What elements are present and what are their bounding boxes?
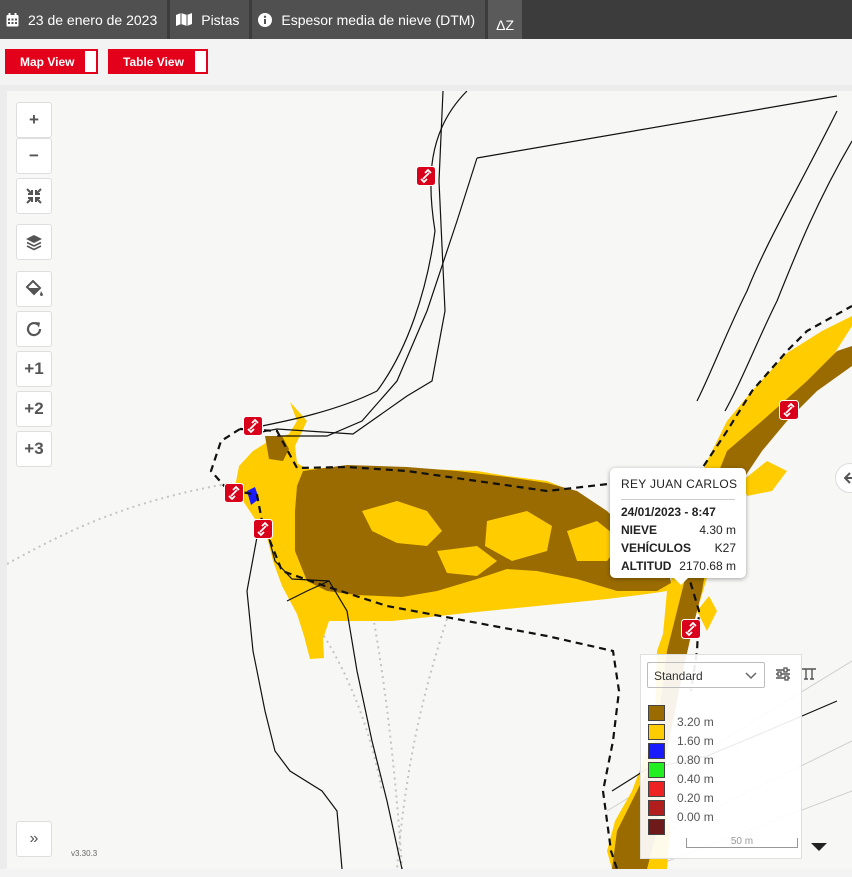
popup-row-value: 2170.68 m (679, 559, 736, 573)
legend-swatch (648, 743, 665, 759)
link-marker-icon[interactable] (681, 619, 701, 639)
table-view-label: Table View (123, 54, 184, 69)
expand-label: » (29, 830, 39, 847)
popup-row: ALTITUD 2170.68 m (621, 559, 736, 573)
legend-swatch (648, 762, 665, 778)
zoom-out-label: − (29, 146, 39, 165)
legend-label: 0.00 m (677, 810, 714, 824)
legend-style-value: Standard (654, 669, 703, 683)
paint-bucket-icon (25, 280, 43, 297)
layer-info-button[interactable]: Espesor media de nieve (DTM) (252, 0, 486, 39)
zoom-in-button[interactable]: + (16, 102, 52, 138)
legend-swatch (648, 819, 665, 835)
legend-swatch (648, 724, 665, 740)
popup-row-value: 4.30 m (699, 523, 736, 537)
table-view-toggle[interactable]: Table View (108, 49, 208, 74)
plus2-label: +2 (24, 399, 44, 418)
top-toolbar: 23 de enero de 2023 Pistas Espesor media… (0, 0, 852, 39)
date-label: 23 de enero de 2023 (28, 11, 158, 28)
layers-icon (26, 234, 42, 250)
sliders-icon[interactable] (775, 667, 791, 681)
legend-label: 0.40 m (677, 772, 714, 786)
map-view-label: Map View (20, 54, 75, 69)
calendar-icon (6, 12, 19, 26)
scale-bar: 50 m (686, 837, 798, 848)
legend-label: 3.20 m (677, 715, 714, 729)
map-canvas[interactable]: + − +1 +2 +3 » v3.30.3 REY JUAN CARLOS 2… (7, 91, 852, 869)
popup-row-value: K27 (714, 541, 736, 555)
zoom-out-button[interactable]: − (16, 138, 52, 174)
version-label: v3.30.3 (71, 849, 98, 858)
layers-button[interactable] (16, 224, 52, 260)
link-marker-icon[interactable] (243, 416, 263, 436)
map-icon (176, 13, 193, 26)
refresh-button[interactable] (16, 311, 52, 347)
info-icon (258, 12, 273, 27)
link-marker-icon[interactable] (253, 519, 273, 539)
delta-z-button[interactable]: ΔZ (488, 0, 523, 39)
plus2-button[interactable]: +2 (16, 391, 52, 427)
view-toggle-row: Map View Table View (0, 39, 852, 85)
legend-panel: Standard 3.20 m 1.60 m 0.80 m 0.40 m 0.2… (640, 654, 816, 859)
popup-row: NIEVE 4.30 m (621, 523, 736, 537)
style-button[interactable] (16, 271, 52, 307)
date-selector[interactable]: 23 de enero de 2023 (0, 0, 168, 39)
bottom-strip (0, 869, 852, 877)
popup-row-label: VEHÍCULOS (621, 541, 692, 555)
popup-row: VEHÍCULOS K27 (621, 541, 736, 555)
popup-datetime: 24/01/2023 - 8:47 (621, 505, 716, 519)
plus3-button[interactable]: +3 (16, 431, 52, 467)
map-view-toggle[interactable]: Map View (5, 49, 98, 74)
delta-z-label: ΔZ (496, 16, 515, 33)
table-view-switch (195, 51, 206, 72)
expand-panel-button[interactable]: » (16, 821, 52, 857)
link-marker-icon[interactable] (779, 400, 799, 420)
arrow-left-icon (844, 472, 852, 484)
legend-swatch (648, 800, 665, 816)
compress-icon (26, 188, 42, 204)
triangle-down-icon[interactable] (810, 842, 828, 852)
popup-divider (621, 499, 735, 500)
legend-label: 0.80 m (677, 753, 714, 767)
legend-label: 1.60 m (677, 734, 714, 748)
legend-swatch (648, 705, 665, 721)
refresh-icon (26, 321, 42, 337)
popup-row-label: ALTITUD (621, 559, 672, 573)
legend-label: 0.20 m (677, 791, 714, 805)
vehicle-popup: REY JUAN CARLOS 24/01/2023 - 8:47 NIEVE 4… (610, 468, 746, 585)
legend-style-select[interactable]: Standard (647, 662, 765, 688)
legend-swatch (648, 781, 665, 797)
popup-title: REY JUAN CARLOS (621, 477, 738, 491)
plus3-label: +3 (24, 439, 44, 458)
map-view-switch (85, 51, 96, 72)
link-marker-icon[interactable] (224, 483, 244, 503)
plus1-label: +1 (24, 359, 44, 378)
pistas-label: Pistas (201, 11, 240, 28)
popup-datetime-row: 24/01/2023 - 8:47 (621, 505, 736, 519)
chevron-down-icon (745, 672, 757, 680)
link-marker-icon[interactable] (416, 166, 436, 186)
layer-label: Espesor media de nieve (DTM) (281, 11, 476, 28)
popup-row-label: NIEVE (621, 523, 658, 537)
plus1-button[interactable]: +1 (16, 351, 52, 387)
pistas-button[interactable]: Pistas (170, 0, 250, 39)
clip-icon[interactable] (801, 667, 817, 681)
fit-extent-button[interactable] (16, 178, 52, 214)
zoom-in-label: + (29, 110, 39, 129)
